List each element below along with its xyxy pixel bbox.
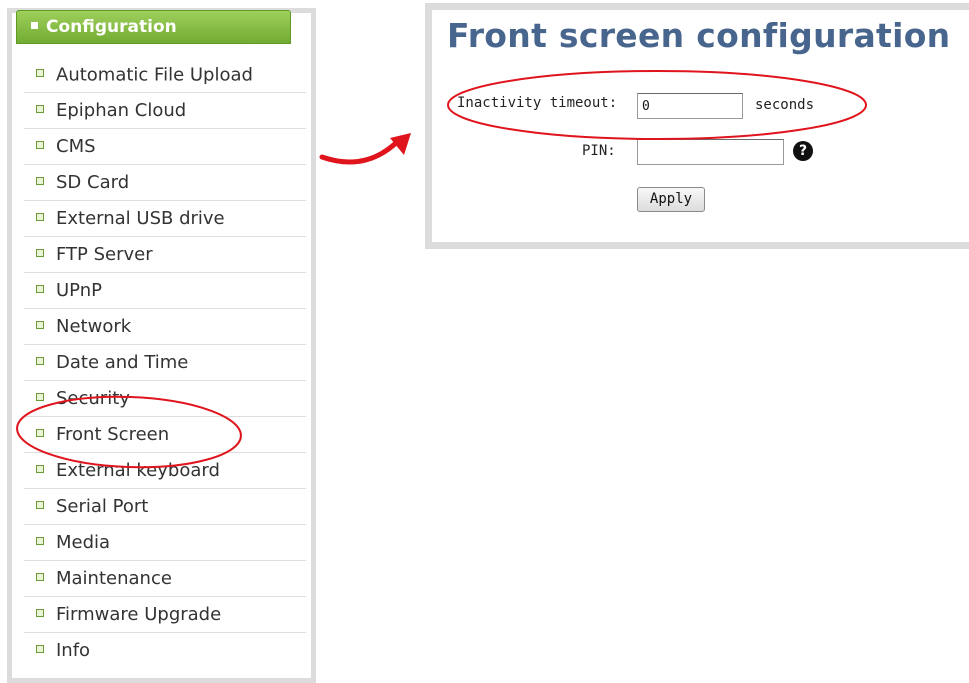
- square-bullet-icon: [36, 609, 44, 617]
- sidebar-item-automatic-file-upload[interactable]: Automatic File Upload: [24, 57, 306, 92]
- square-bullet-icon: [36, 141, 44, 149]
- square-bullet-icon: [36, 249, 44, 257]
- sidebar-item-external-usb-drive[interactable]: External USB drive: [24, 200, 306, 236]
- square-bullet-icon: [36, 393, 44, 401]
- sidebar-item-network[interactable]: Network: [24, 308, 306, 344]
- inactivity-timeout-label: Inactivity timeout:: [457, 95, 618, 111]
- square-bullet-icon: [36, 69, 44, 77]
- sidebar-item-sd-card[interactable]: SD Card: [24, 164, 306, 200]
- square-bullet-icon: [36, 537, 44, 545]
- square-bullet-icon: [31, 21, 38, 29]
- square-bullet-icon: [36, 213, 44, 221]
- annotation-arrow-head-icon: [390, 133, 411, 155]
- square-bullet-icon: [36, 573, 44, 581]
- inactivity-timeout-input[interactable]: [637, 93, 743, 119]
- sidebar-item-front-screen[interactable]: Front Screen: [24, 416, 306, 452]
- square-bullet-icon: [36, 177, 44, 185]
- question-circle-icon[interactable]: ?: [793, 141, 813, 161]
- config-nav-list: Automatic File Upload Epiphan Cloud CMS …: [24, 57, 306, 668]
- square-bullet-icon: [36, 357, 44, 365]
- sidebar-item-external-keyboard[interactable]: External keyboard: [24, 452, 306, 488]
- configuration-header-label: Configuration: [46, 17, 177, 37]
- square-bullet-icon: [36, 105, 44, 113]
- pin-label: PIN:: [582, 143, 616, 159]
- apply-button[interactable]: Apply: [637, 187, 705, 212]
- sidebar-item-date-and-time[interactable]: Date and Time: [24, 344, 306, 380]
- seconds-label: seconds: [755, 97, 815, 113]
- sidebar-item-serial-port[interactable]: Serial Port: [24, 488, 306, 524]
- sidebar-item-ftp-server[interactable]: FTP Server: [24, 236, 306, 272]
- sidebar-item-info[interactable]: Info: [24, 632, 306, 668]
- sidebar-item-firmware-upgrade[interactable]: Firmware Upgrade: [24, 596, 306, 632]
- square-bullet-icon: [36, 501, 44, 509]
- square-bullet-icon: [36, 645, 44, 653]
- pin-input[interactable]: [637, 139, 784, 165]
- sidebar-item-media[interactable]: Media: [24, 524, 306, 560]
- square-bullet-icon: [36, 465, 44, 473]
- annotation-arrow-curve: [319, 139, 400, 165]
- square-bullet-icon: [36, 285, 44, 293]
- sidebar-item-cms[interactable]: CMS: [24, 128, 306, 164]
- sidebar-item-upnp[interactable]: UPnP: [24, 272, 306, 308]
- sidebar-item-maintenance[interactable]: Maintenance: [24, 560, 306, 596]
- square-bullet-icon: [36, 321, 44, 329]
- sidebar-item-security[interactable]: Security: [24, 380, 306, 416]
- configuration-header[interactable]: Configuration: [16, 10, 291, 44]
- page-title: Front screen configuration: [447, 16, 951, 55]
- sidebar-item-epiphan-cloud[interactable]: Epiphan Cloud: [24, 92, 306, 128]
- square-bullet-icon: [36, 429, 44, 437]
